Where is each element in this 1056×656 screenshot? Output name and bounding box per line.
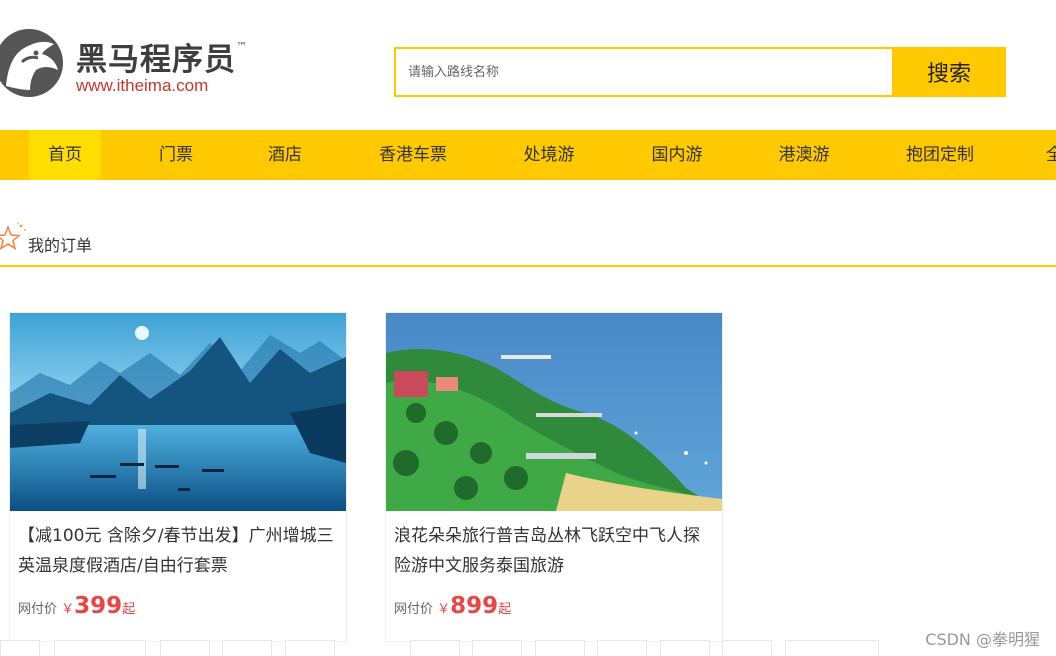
nav-item-custom-group[interactable]: 抱团定制 (895, 130, 985, 180)
bottom-stub (0, 640, 40, 656)
price-prefix: 网付价 (394, 602, 434, 617)
bottom-stub (410, 640, 460, 656)
product-price: 网付价 ￥399起 (10, 589, 346, 619)
section-title: 我的订单 (28, 236, 93, 255)
price-value: 899 (450, 593, 499, 619)
bottom-stub (722, 640, 772, 656)
search-input[interactable] (394, 47, 892, 97)
nav-item-tickets[interactable]: 门票 (140, 130, 212, 180)
logo-url: www.itheima.com (76, 76, 209, 95)
product-title[interactable]: 浪花朵朵旅行普吉岛丛林飞跃空中飞人探险游中文服务泰国旅游 (386, 511, 722, 589)
section-header: 我的订单 (0, 220, 1056, 267)
price-suffix: 起 (498, 602, 512, 617)
bottom-stub (160, 640, 210, 656)
nav-item-outbound-tours[interactable]: 处境游 (512, 130, 586, 180)
price-value: 399 (74, 593, 123, 619)
star-icon (0, 222, 26, 251)
header: 黑马程序员 ™ www.itheima.com 搜索 (0, 0, 1056, 130)
nav-item-hk-bus-tickets[interactable]: 香港车票 (368, 130, 458, 180)
currency-symbol: ￥ (437, 602, 451, 617)
nav-item-home[interactable]: 首页 (29, 130, 101, 180)
search-bar: 搜索 (394, 47, 1006, 97)
bottom-stub (535, 640, 585, 656)
search-button[interactable]: 搜索 (892, 47, 1006, 97)
nav-item-all[interactable]: 全 (1046, 130, 1056, 180)
nav-item-domestic-tours[interactable]: 国内游 (640, 130, 714, 180)
product-card[interactable]: 【减100元 含除夕/春节出发】广州增城三英温泉度假酒店/自由行套票 网付价 ￥… (9, 312, 347, 642)
bottom-stub (597, 640, 647, 656)
logo[interactable]: 黑马程序员 ™ www.itheima.com (0, 26, 260, 102)
price-suffix: 起 (122, 602, 136, 617)
bottom-stub (660, 640, 710, 656)
product-title[interactable]: 【减100元 含除夕/春节出发】广州增城三英温泉度假酒店/自由行套票 (10, 511, 346, 589)
trademark-mark: ™ (236, 40, 247, 53)
product-image-island (386, 313, 722, 511)
logo-title: 黑马程序员 (76, 42, 236, 78)
watermark: CSDN @拳明猩 (925, 630, 1040, 649)
bottom-stub (222, 640, 272, 656)
bottom-stub (472, 640, 522, 656)
bottom-stub (54, 640, 146, 656)
nav-item-hotels[interactable]: 酒店 (249, 130, 321, 180)
horse-head-icon (0, 29, 63, 97)
product-price: 网付价 ￥899起 (386, 589, 722, 619)
product-card[interactable]: 浪花朵朵旅行普吉岛丛林飞跃空中飞人探险游中文服务泰国旅游 网付价 ￥899起 (385, 312, 723, 642)
price-prefix: 网付价 (18, 602, 58, 617)
product-image-river (10, 313, 346, 511)
main-nav: 首页 门票 酒店 香港车票 处境游 国内游 港澳游 抱团定制 全 (0, 130, 1056, 180)
nav-item-hk-macau-tours[interactable]: 港澳游 (767, 130, 841, 180)
bottom-stub (785, 640, 879, 656)
bottom-stub (285, 640, 335, 656)
currency-symbol: ￥ (61, 602, 75, 617)
